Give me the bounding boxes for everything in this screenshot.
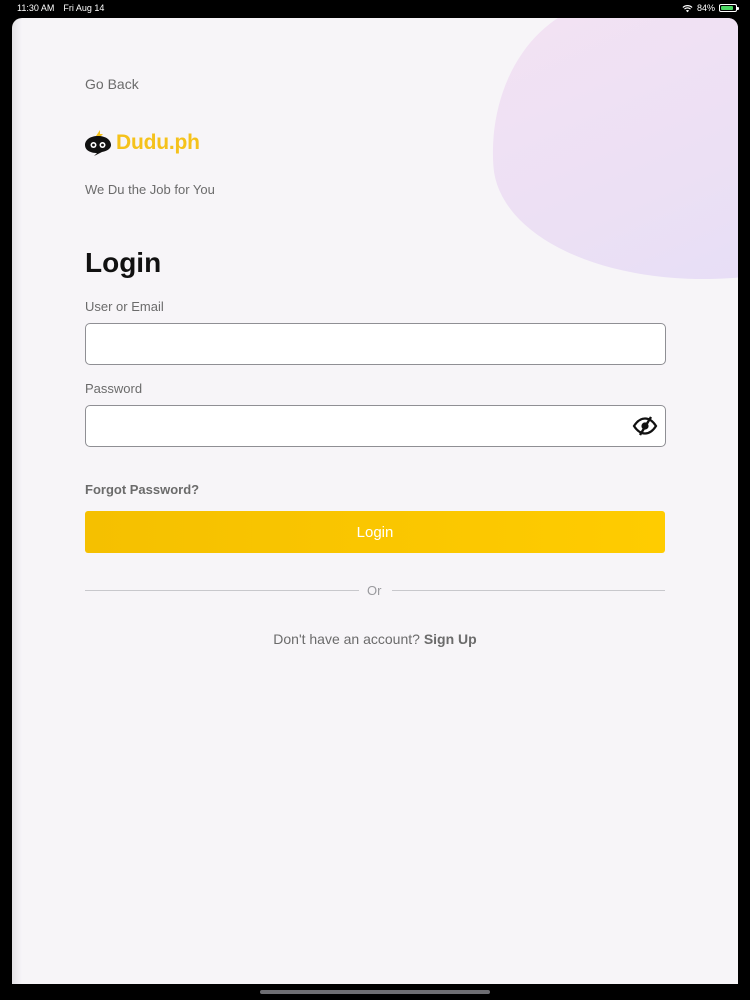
- status-bar: 11:30 AM Fri Aug 14 84%: [0, 0, 750, 16]
- status-date: Fri Aug 14: [63, 3, 105, 13]
- battery-icon: [719, 4, 739, 12]
- wifi-icon: [682, 4, 693, 12]
- brand-tagline: We Du the Job for You: [85, 182, 215, 197]
- battery-level-fill: [721, 6, 733, 10]
- password-input[interactable]: [85, 405, 666, 447]
- login-sheet: Go Back Dudu.ph We Du the Job for You Lo…: [12, 18, 738, 984]
- battery-percent: 84%: [696, 3, 715, 13]
- divider-left: [85, 590, 359, 591]
- brand-name: Dudu.ph: [116, 131, 200, 154]
- sign-up-link[interactable]: Sign Up: [424, 631, 477, 647]
- go-back-link[interactable]: Go Back: [85, 76, 139, 92]
- user-email-input[interactable]: [85, 323, 666, 365]
- signup-row: Don't have an account? Sign Up: [12, 631, 738, 647]
- status-time: 11:30 AM: [17, 3, 55, 13]
- home-indicator[interactable]: [260, 990, 490, 994]
- login-button[interactable]: Login: [85, 511, 665, 553]
- status-right: 84%: [682, 3, 739, 13]
- divider-or: Or: [367, 583, 382, 598]
- page-title: Login: [85, 247, 162, 278]
- brand-logo: Dudu.ph: [84, 130, 200, 156]
- user-email-label: User or Email: [85, 299, 164, 314]
- decorative-blob: [482, 18, 738, 295]
- forgot-password-link[interactable]: Forgot Password?: [85, 482, 199, 497]
- signup-prompt: Don't have an account?: [273, 631, 424, 647]
- password-label: Password: [85, 381, 143, 396]
- sheet-edge-shadow: [12, 18, 22, 984]
- robot-chat-icon: [85, 130, 111, 156]
- eye-slash-icon[interactable]: [632, 415, 658, 437]
- status-left: 11:30 AM Fri Aug 14: [17, 3, 104, 13]
- divider-right: [392, 590, 665, 591]
